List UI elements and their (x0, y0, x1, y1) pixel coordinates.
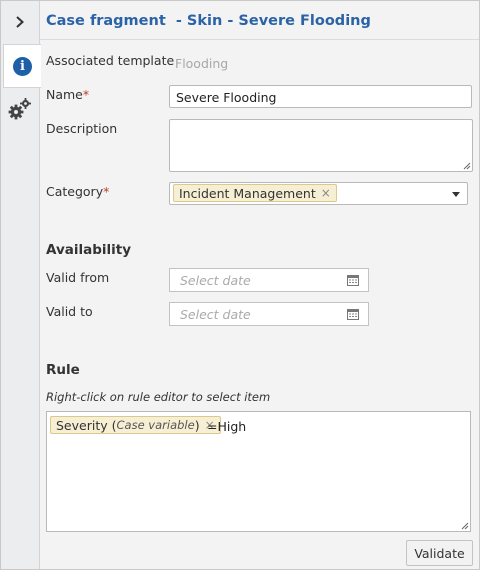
collapse-button[interactable] (1, 7, 39, 37)
name-label: Name* (46, 87, 89, 102)
dropdown-caret-icon[interactable] (452, 192, 460, 197)
validate-button[interactable]: Validate (406, 540, 473, 566)
valid-from-placeholder: Select date (180, 273, 251, 288)
category-select[interactable]: Incident Management × (169, 182, 468, 205)
tab-info[interactable]: i (3, 44, 41, 88)
rule-chip-close-paren: ) (194, 417, 200, 433)
associated-template-label: Associated template (46, 53, 175, 68)
rule-editor[interactable]: Severity (Case variable) × =High (46, 411, 471, 532)
category-label: Category* (46, 184, 109, 199)
page-title: Case fragment - Skin - Severe Flooding (46, 13, 371, 29)
sidebar: i (1, 1, 41, 569)
rule-operator-value: =High (207, 419, 247, 434)
valid-to-placeholder: Select date (180, 307, 251, 322)
case-fragment-panel: i Case fragment - Skin - Severe Flooding… (0, 0, 480, 570)
availability-heading: Availability (46, 242, 132, 258)
resize-handle-icon[interactable] (461, 522, 469, 530)
required-marker: * (103, 184, 110, 199)
chip-remove-icon[interactable]: × (321, 186, 331, 200)
resize-handle-icon[interactable] (463, 162, 471, 170)
valid-to-date-picker[interactable]: Select date (169, 302, 369, 326)
rule-chip-name: Severity (56, 417, 108, 433)
associated-template-value: Flooding (175, 56, 229, 71)
rule-heading: Rule (46, 362, 80, 378)
gears-icon (8, 98, 31, 120)
rule-hint: Right-click on rule editor to select ite… (46, 390, 271, 404)
description-label: Description (46, 121, 118, 136)
calendar-icon[interactable] (347, 309, 359, 320)
category-label-text: Category (46, 184, 104, 199)
category-chip: Incident Management × (173, 184, 337, 202)
main-content: Case fragment - Skin - Severe Flooding A… (40, 1, 479, 569)
valid-from-date-picker[interactable]: Select date (169, 268, 369, 292)
category-chip-label: Incident Management (179, 185, 316, 201)
rule-variable-chip[interactable]: Severity (Case variable) × (50, 416, 221, 434)
name-field-value: Severe Flooding (176, 90, 277, 105)
tab-settings[interactable] (1, 89, 39, 129)
name-field[interactable]: Severe Flooding (169, 85, 472, 108)
chevron-right-icon (16, 16, 24, 28)
info-icon: i (13, 56, 32, 76)
description-field[interactable] (169, 119, 473, 172)
valid-to-label: Valid to (46, 304, 93, 319)
valid-from-label: Valid from (46, 270, 110, 285)
required-marker: * (82, 87, 90, 102)
calendar-icon[interactable] (347, 275, 359, 286)
rule-chip-type: Case variable (116, 418, 195, 432)
header-divider (40, 39, 479, 40)
name-label-text: Name (46, 87, 83, 102)
